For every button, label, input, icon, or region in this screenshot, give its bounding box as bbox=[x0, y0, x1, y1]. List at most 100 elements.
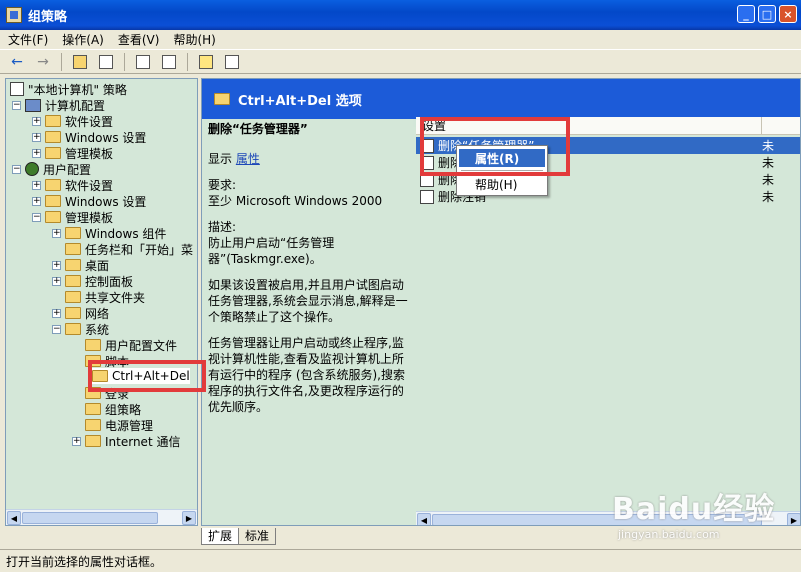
menu-action[interactable]: 操作(A) bbox=[62, 31, 104, 48]
toolbar-separator bbox=[61, 52, 62, 71]
tree-node-computer-config[interactable]: − 计算机配置 bbox=[12, 97, 105, 113]
forward-button[interactable]: → bbox=[32, 52, 54, 72]
scroll-left-icon[interactable]: ◀ bbox=[7, 511, 21, 525]
folder-icon bbox=[65, 227, 81, 239]
folder-icon bbox=[45, 131, 61, 143]
tree-node-label: Windows 设置 bbox=[65, 130, 147, 145]
policy-tree[interactable]: "本地计算机" 策略 − 计算机配置 + 软件设置 + Windows 设置 +… bbox=[5, 78, 198, 526]
tree-horizontal-scrollbar[interactable]: ◀ ▶ bbox=[6, 509, 197, 525]
tree-node-admin-templates[interactable]: + 管理模板 bbox=[32, 145, 113, 161]
expand-icon[interactable]: + bbox=[52, 260, 61, 270]
folder-icon bbox=[65, 243, 81, 255]
folder-icon bbox=[45, 179, 61, 191]
watermark: Baidu经验 jingyan.baidu.com bbox=[612, 484, 798, 550]
setting-state: 未 bbox=[762, 190, 775, 204]
title-bar: 组策略 _ □ × bbox=[0, 0, 801, 30]
tree-node-label: 电源管理 bbox=[105, 418, 154, 433]
context-menu-help[interactable]: 帮助(H) bbox=[459, 175, 545, 193]
folder-open-icon bbox=[214, 93, 230, 105]
tree-node-user-config[interactable]: − 用户配置 bbox=[12, 161, 91, 177]
export-icon bbox=[162, 54, 176, 69]
folder-icon bbox=[45, 147, 61, 159]
tree-node-label: 软件设置 bbox=[65, 178, 114, 193]
tree-node-user-profiles[interactable]: 用户配置文件 bbox=[85, 337, 177, 353]
folder-icon bbox=[45, 195, 61, 207]
tree-node-windows-components[interactable]: + Windows 组件 bbox=[52, 225, 166, 241]
menu-view[interactable]: 查看(V) bbox=[118, 31, 160, 48]
folder-icon bbox=[85, 419, 101, 431]
console-button[interactable] bbox=[221, 52, 243, 72]
tree-node-software-settings[interactable]: + 软件设置 bbox=[32, 113, 113, 129]
expand-icon[interactable]: + bbox=[32, 148, 41, 158]
window-title: 组策略 bbox=[28, 9, 68, 25]
status-bar: 打开当前选择的属性对话框。 bbox=[0, 549, 801, 572]
description-label: 描述: bbox=[208, 220, 237, 234]
tree-node-label: 用户配置 bbox=[43, 162, 92, 177]
show-label: 显示 bbox=[208, 152, 233, 166]
tree-node-taskbar-start[interactable]: 任务栏和「开始」菜 bbox=[65, 241, 193, 257]
status-text: 打开当前选择的属性对话框。 bbox=[6, 554, 163, 569]
tree-node-label: 软件设置 bbox=[65, 114, 114, 129]
folder-icon bbox=[65, 291, 81, 303]
tree-node-windows-settings-user[interactable]: + Windows 设置 bbox=[32, 193, 146, 209]
tree-node-power-management[interactable]: 电源管理 bbox=[85, 417, 153, 433]
tree-node-shared-folders[interactable]: 共享文件夹 bbox=[65, 289, 145, 305]
policy-icon bbox=[10, 82, 24, 96]
menu-file[interactable]: 文件(F) bbox=[8, 31, 48, 48]
tree-node-network[interactable]: + 网络 bbox=[52, 305, 109, 321]
extended-description: 删除“任务管理器” 显示 属性 要求: 至少 Microsoft Windows… bbox=[208, 121, 408, 425]
description-text-2: 如果该设置被启用,并且用户试图启动任务管理器,系统会显示消息,解释是一个策略禁止… bbox=[208, 278, 408, 324]
user-icon bbox=[25, 162, 39, 176]
setting-state: 未 bbox=[762, 139, 775, 153]
expand-icon[interactable]: + bbox=[52, 308, 61, 318]
tree-node-admin-templates-user[interactable]: − 管理模板 bbox=[32, 209, 113, 225]
back-button[interactable]: ← bbox=[6, 52, 28, 72]
expand-icon[interactable]: + bbox=[32, 116, 41, 126]
tree-node-label: Internet 通信 bbox=[105, 434, 181, 449]
scroll-right-icon[interactable]: ▶ bbox=[182, 511, 196, 525]
collapse-icon[interactable]: − bbox=[12, 164, 21, 174]
expand-icon[interactable]: + bbox=[52, 228, 61, 238]
collapse-icon[interactable]: − bbox=[52, 324, 61, 334]
tree-node-internet-communication[interactable]: + Internet 通信 bbox=[72, 433, 180, 449]
tree-node-control-panel[interactable]: + 控制面板 bbox=[52, 273, 133, 289]
toolbar-separator bbox=[124, 52, 125, 71]
collapse-icon[interactable]: − bbox=[32, 212, 41, 222]
show-hide-tree-button[interactable] bbox=[95, 52, 117, 72]
tree-node-system[interactable]: − 系统 bbox=[52, 321, 109, 337]
tree-node-label: 网络 bbox=[85, 306, 110, 321]
tree-node-root[interactable]: "本地计算机" 策略 bbox=[10, 81, 127, 97]
policy-setting-icon bbox=[420, 189, 434, 204]
close-button[interactable]: × bbox=[779, 5, 797, 23]
tree-node-windows-settings[interactable]: + Windows 设置 bbox=[32, 129, 146, 145]
up-button[interactable] bbox=[69, 52, 91, 72]
expand-icon[interactable]: + bbox=[72, 436, 81, 446]
folder-icon bbox=[85, 403, 101, 415]
tree-node-software-settings-user[interactable]: + 软件设置 bbox=[32, 177, 113, 193]
properties-link[interactable]: 属性 bbox=[236, 152, 260, 166]
expand-icon[interactable]: + bbox=[52, 276, 61, 286]
expand-icon[interactable]: + bbox=[32, 132, 41, 142]
tree-node-desktop[interactable]: + 桌面 bbox=[52, 257, 109, 273]
tree-node-label: 共享文件夹 bbox=[85, 290, 146, 305]
tab-standard[interactable]: 标准 bbox=[238, 528, 277, 545]
minimize-button[interactable]: _ bbox=[737, 5, 755, 23]
expand-icon[interactable]: + bbox=[32, 196, 41, 206]
export-list-button[interactable] bbox=[158, 52, 180, 72]
tree-node-label: 系统 bbox=[85, 322, 110, 337]
collapse-icon[interactable]: − bbox=[12, 100, 21, 110]
scrollbar-thumb[interactable] bbox=[22, 512, 158, 524]
folder-icon bbox=[65, 259, 81, 271]
maximize-button[interactable]: □ bbox=[758, 5, 776, 23]
requirements: 要求: 至少 Microsoft Windows 2000 bbox=[208, 177, 408, 209]
expand-icon[interactable]: + bbox=[32, 180, 41, 190]
column-header-state[interactable] bbox=[762, 117, 800, 135]
tab-extended[interactable]: 扩展 bbox=[201, 528, 240, 545]
scroll-left-icon[interactable]: ◀ bbox=[417, 513, 431, 525]
help-icon bbox=[199, 54, 213, 69]
help-toolbar-button[interactable] bbox=[195, 52, 217, 72]
properties-toolbar-button[interactable] bbox=[132, 52, 154, 72]
annotation-box-tree-node bbox=[88, 360, 206, 392]
menu-help[interactable]: 帮助(H) bbox=[173, 31, 215, 48]
tree-node-group-policy[interactable]: 组策略 bbox=[85, 401, 141, 417]
